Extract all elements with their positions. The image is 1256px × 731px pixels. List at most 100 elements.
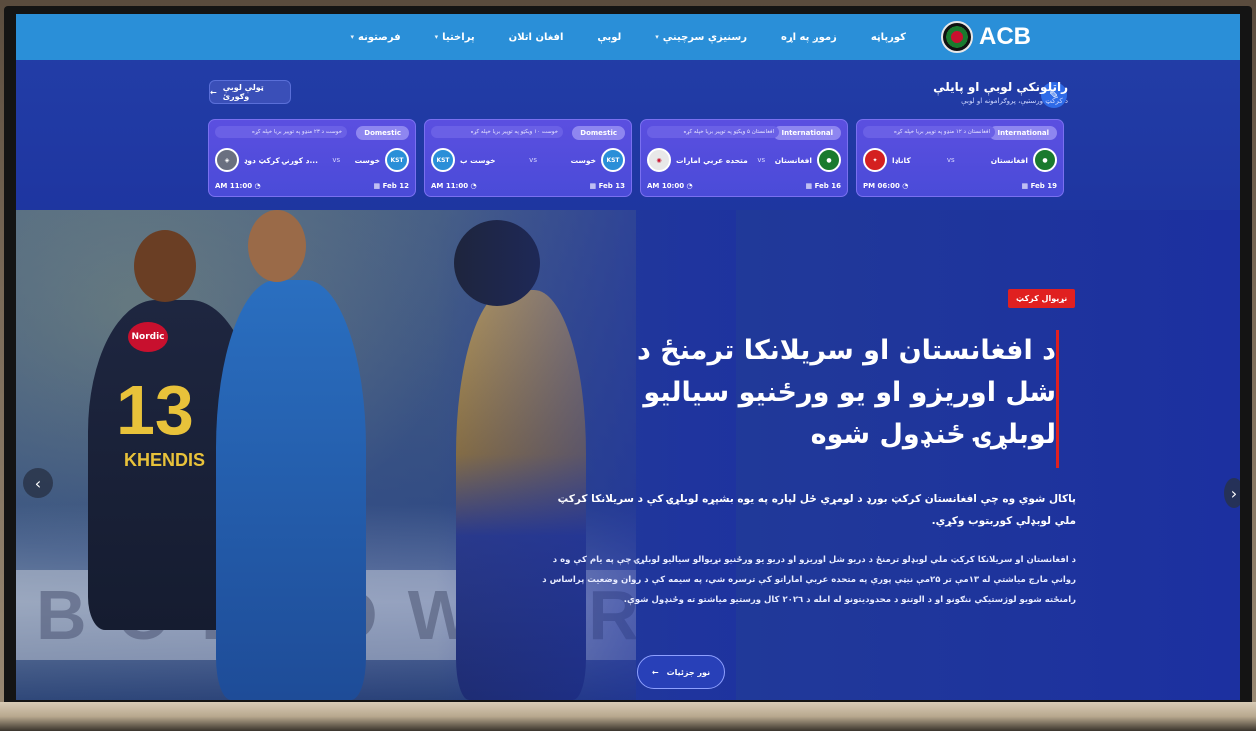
nav-item-opportunities[interactable]: ▾ فرصتونه	[351, 32, 401, 43]
team-b-name: کاناډا	[892, 155, 911, 165]
nav-label: کورپاڼه	[870, 31, 906, 43]
chevron-down-icon: ▾	[655, 33, 659, 41]
live-scores-header: راتلونکې لوبې او پایلې د کرکټ ورستیې، پر…	[933, 80, 1068, 105]
team-b: ◉ متحده عربي امارات	[647, 148, 748, 172]
team-crest-icon: KST	[385, 148, 409, 172]
acb-emblem-icon	[941, 21, 973, 53]
chevron-right-icon: ›	[1230, 483, 1238, 503]
chevron-left-icon: ‹	[34, 473, 42, 493]
article-headline[interactable]: د افغانستان او سریلانکا ترمنځ د شل اوریز…	[626, 330, 1056, 456]
team-flag-icon: ●	[817, 148, 841, 172]
tv-stand	[0, 702, 1256, 731]
clock-icon: ◔	[470, 182, 477, 190]
team-a: افغانستان ●	[775, 148, 841, 172]
match-meta: AM 11:00 ◔ ▦ Feb 12	[215, 182, 409, 190]
team-crest-icon: KST	[601, 148, 625, 172]
jersey-number: 13	[116, 371, 194, 449]
clock-icon: ◔	[902, 182, 909, 190]
article-body: د افغانستان او سریلانکا کرکټ ملي لوبډلو …	[542, 555, 1076, 605]
vs-label: vs	[332, 156, 341, 164]
player-head	[248, 210, 306, 282]
team-a: خوست KST	[355, 148, 409, 172]
site-logo[interactable]: ACB	[941, 21, 1031, 53]
team-a-name: افغانستان	[990, 155, 1028, 165]
calendar-icon: ▦	[589, 182, 597, 190]
team-b-name: خوست ب	[460, 155, 496, 165]
teams-row: ✦ کاناډا vs افغانستان ●	[863, 147, 1057, 173]
browser-viewport: کورپاڼه زموږ په اړه ▾ رسنیزې سرچینې لوبې …	[16, 14, 1240, 700]
team-flag-icon: ✦	[863, 148, 887, 172]
all-matches-label: ټولې لوبې وګورئ	[222, 83, 264, 101]
team-flag-icon: ●	[1032, 148, 1057, 172]
time-value: AM 10:00	[647, 182, 685, 190]
match-meta: AM 10:00 ◔ ▦ Feb 16	[647, 182, 841, 190]
all-matches-button[interactable]: ← ټولې لوبې وګورئ	[209, 80, 291, 104]
team-a-name: افغانستان	[774, 155, 812, 165]
nav-label: افغان اتلان	[508, 31, 564, 43]
clock-icon: ◔	[254, 182, 261, 190]
match-card[interactable]: Domestic خوست د ۲۳ منډو په توپیر بریا خپ…	[208, 119, 416, 197]
more-details-label: نور جزئیات	[666, 667, 711, 677]
teams-row: KST خوست ب vs خوست KST	[431, 147, 625, 173]
vs-label: vs	[946, 156, 955, 164]
team-b: ◈ د کورنۍ کرکټ دوډ...	[215, 148, 318, 172]
category-badge[interactable]: نړیوال کرکټ	[1008, 289, 1076, 308]
nav-item-home[interactable]: کورپاڼه	[871, 32, 906, 43]
team-a: افغانستان ●	[991, 148, 1057, 172]
team-b: ✦ کاناډا	[863, 148, 911, 172]
team-a-name: خوست	[570, 155, 596, 165]
team-b-name: متحده عربي امارات	[676, 155, 748, 165]
match-time: AM 11:00 ◔	[431, 182, 477, 190]
match-result-note: افغانستان ۵ ویکټو په توپیر بریا خپله کړه	[647, 126, 779, 138]
carousel-prev-button[interactable]: ‹	[23, 468, 53, 498]
clock-icon: ◔	[686, 182, 693, 190]
match-result-note: خوست ۱۰ ویکټو په توپیر بریا خپله کړه	[431, 126, 563, 138]
match-type-badge: Domestic	[356, 126, 409, 140]
team-a: خوست KST	[571, 148, 625, 172]
team-a-name: خوست	[354, 155, 380, 165]
team-b: KST خوست ب	[431, 148, 496, 172]
brand-name: ACB	[979, 23, 1031, 50]
match-card[interactable]: International افغانستان ۵ ویکټو په توپیر…	[640, 119, 848, 197]
nav-item-matches[interactable]: لوبې	[597, 32, 621, 43]
headline-accent-bar	[1056, 330, 1059, 468]
match-time: AM 11:00 ◔	[215, 182, 261, 190]
more-details-button[interactable]: ← نور جزئیات	[637, 655, 725, 689]
match-card[interactable]: International افغانستان د ۱۲ منډو په توپ…	[856, 119, 1064, 197]
nav-label: لوبې	[597, 31, 622, 43]
match-meta: AM 11:00 ◔ ▦ Feb 13	[431, 182, 625, 190]
match-time: AM 10:00 ◔	[647, 182, 693, 190]
nav-item-about[interactable]: زموږ په اړه	[781, 32, 837, 43]
date-value: Feb 13	[598, 182, 625, 190]
date-value: Feb 12	[382, 182, 409, 190]
nav-item-development[interactable]: ▾ پراختیا	[435, 32, 475, 43]
jersey-name: KHENDIS	[124, 450, 206, 470]
match-meta: PM 06:00 ◔ ▦ Feb 19	[863, 182, 1057, 190]
vs-label: vs	[529, 156, 537, 164]
chevron-down-icon: ▾	[434, 33, 439, 41]
time-value: AM 11:00	[215, 182, 253, 190]
carousel-next-button[interactable]: ›	[1224, 478, 1240, 508]
nav-item-media[interactable]: ▾ رسنیزې سرچینې	[655, 32, 747, 43]
team-b-name: د کورنۍ کرکټ دوډ...	[244, 155, 319, 165]
nav-item-afghan-atalan[interactable]: افغان اتلان	[509, 32, 564, 43]
match-result-note: خوست د ۲۳ منډو په توپیر بریا خپله کړه	[215, 126, 347, 138]
live-scores-subtitle: د کرکټ ورستیې، پروګرامونه او لوبې	[961, 97, 1068, 105]
player-figure	[216, 280, 366, 700]
calendar-icon: ▦	[373, 182, 381, 190]
match-result-note: افغانستان د ۱۲ منډو په توپیر بریا خپله ک…	[863, 126, 995, 138]
arrow-left-icon: ←	[210, 87, 217, 97]
match-time: PM 06:00 ◔	[863, 182, 908, 190]
match-card[interactable]: Domestic خوست ۱۰ ویکټو په توپیر بریا خپل…	[424, 119, 632, 197]
nav-label: فرصتونه	[358, 31, 401, 43]
calendar-icon: ▦	[1021, 182, 1029, 190]
top-navigation: کورپاڼه زموږ په اړه ▾ رسنیزې سرچینې لوبې …	[16, 14, 1240, 60]
date-value: Feb 19	[1030, 182, 1057, 190]
date-value: Feb 16	[814, 182, 841, 190]
arrow-left-icon: ←	[651, 667, 659, 677]
vs-label: vs	[757, 156, 766, 164]
time-value: PM 06:00	[863, 182, 900, 190]
match-type-badge: International	[989, 126, 1057, 140]
team-flag-icon: ◉	[647, 148, 671, 172]
match-cards: International افغانستان د ۱۲ منډو په توپ…	[208, 119, 1066, 197]
